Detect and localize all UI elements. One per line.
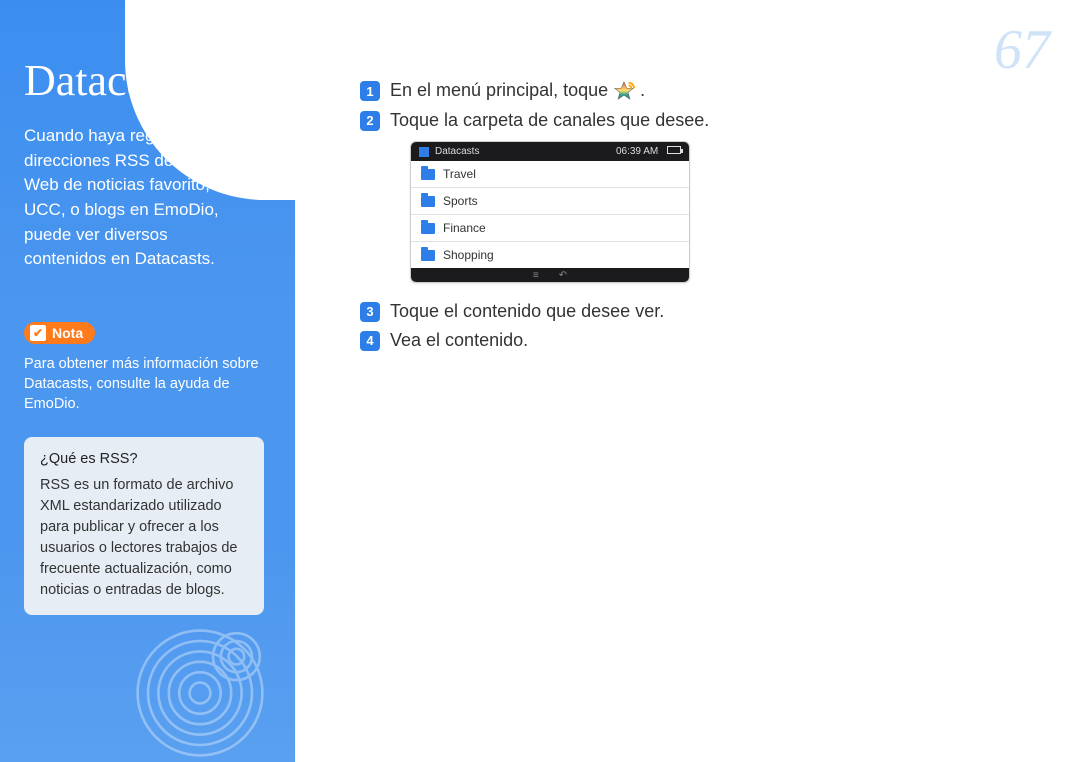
step-4: 4 Vea el contenido.	[360, 330, 1000, 351]
datacasts-star-icon	[199, 64, 233, 98]
device-screenshot: Datacasts 06:39 AM Travel Sports Finance	[410, 141, 690, 283]
rss-question: ¿Qué es RSS?	[40, 451, 248, 467]
title-text: Datacasts	[24, 55, 193, 106]
datacasts-star-icon	[613, 80, 635, 102]
check-icon: ✔	[30, 325, 46, 341]
nota-label: Nota	[52, 325, 83, 341]
sidebar: Datacasts Cuando haya registrado direcci…	[0, 0, 295, 762]
step-text: Vea el contenido.	[390, 330, 528, 351]
step-text: Toque el contenido que desee ver.	[390, 301, 664, 322]
step-badge: 3	[360, 302, 380, 322]
device-time: 06:39 AM	[616, 146, 658, 157]
menu-icon[interactable]: ≡	[533, 270, 539, 281]
main-content: 1 En el menú principal, toque . 2 Toque …	[360, 80, 1000, 359]
list-item[interactable]: Finance	[411, 215, 689, 242]
device-header: Datacasts 06:39 AM	[411, 142, 689, 161]
list-item[interactable]: Travel	[411, 161, 689, 188]
folder-icon	[421, 169, 435, 180]
decorative-swirl	[135, 628, 265, 758]
folder-icon	[421, 223, 435, 234]
step-1: 1 En el menú principal, toque .	[360, 80, 1000, 102]
device-footer: ≡ ↶	[411, 268, 689, 282]
back-icon[interactable]: ↶	[559, 270, 567, 281]
list-item[interactable]: Shopping	[411, 242, 689, 268]
folder-icon	[421, 250, 435, 261]
step-badge: 4	[360, 331, 380, 351]
rss-info-box: ¿Qué es RSS? RSS es un formato de archiv…	[24, 437, 264, 615]
page-title: Datacasts	[24, 55, 271, 106]
nota-badge: ✔ Nota	[24, 322, 95, 344]
folder-icon	[421, 196, 435, 207]
page-number: 67	[994, 18, 1050, 82]
step-3: 3 Toque el contenido que desee ver.	[360, 301, 1000, 322]
intro-text: Cuando haya registrado direcciones RSS d…	[24, 124, 254, 272]
folder-list: Travel Sports Finance Shopping	[411, 161, 689, 268]
step-text: En el menú principal, toque .	[390, 80, 645, 102]
app-indicator-icon	[419, 147, 429, 157]
battery-icon	[667, 146, 681, 154]
step-text: Toque la carpeta de canales que desee.	[390, 110, 709, 131]
device-title: Datacasts	[435, 146, 479, 157]
list-item[interactable]: Sports	[411, 188, 689, 215]
step-badge: 1	[360, 81, 380, 101]
step-badge: 2	[360, 111, 380, 131]
step-2: 2 Toque la carpeta de canales que desee.	[360, 110, 1000, 131]
nota-text: Para obtener más información sobre Datac…	[24, 354, 271, 415]
rss-answer: RSS es un formato de archivo XML estanda…	[40, 475, 248, 601]
